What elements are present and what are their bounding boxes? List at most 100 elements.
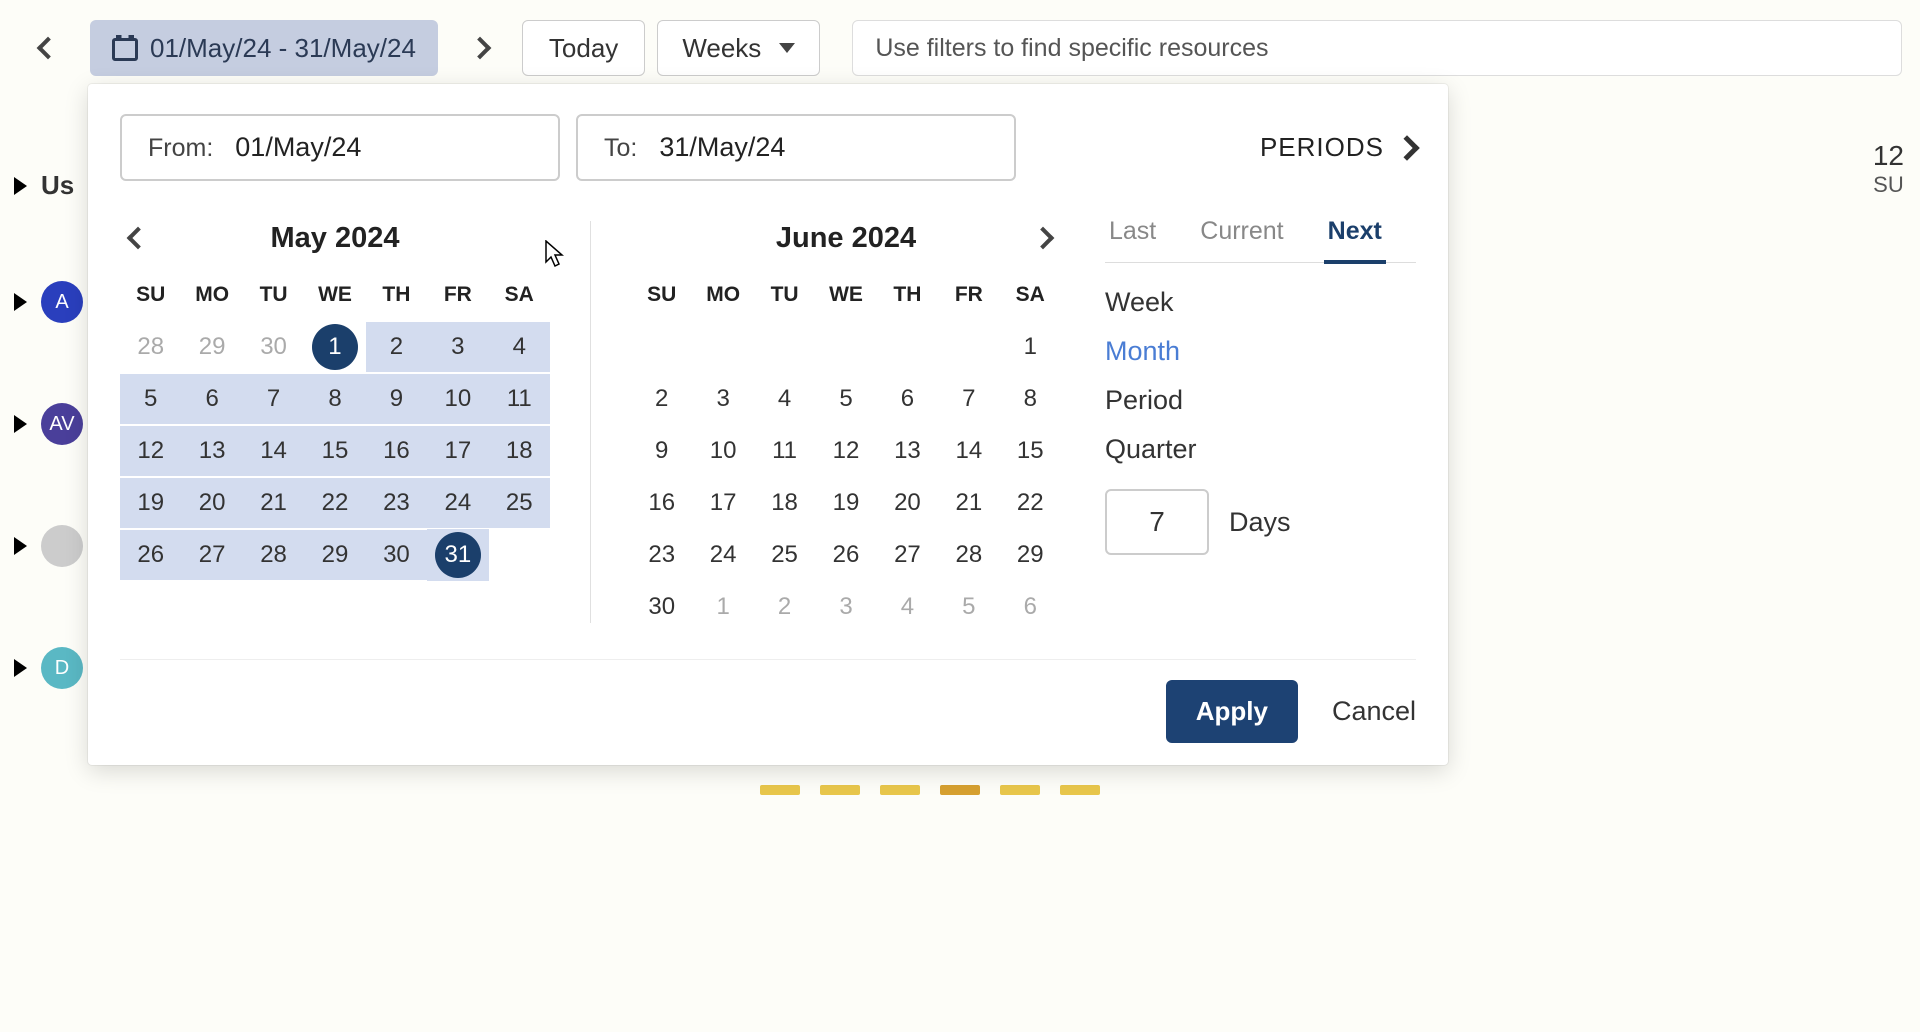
prev-range-button[interactable]: [18, 20, 78, 76]
calendar-day[interactable]: 23: [631, 529, 692, 581]
calendar-day[interactable]: 3: [427, 321, 488, 373]
periods-toggle[interactable]: PERIODS: [1260, 132, 1416, 163]
calendar-day[interactable]: 25: [754, 529, 815, 581]
calendar-day[interactable]: 10: [692, 425, 753, 477]
calendar-day[interactable]: 23: [366, 477, 427, 529]
calendar-day[interactable]: 29: [1000, 529, 1061, 581]
calendar-day[interactable]: 6: [1000, 581, 1061, 633]
next-range-button[interactable]: [450, 20, 510, 76]
prev-month-button[interactable]: [120, 220, 156, 256]
weekday-header: FR: [938, 275, 999, 321]
calendar-day[interactable]: 29: [304, 529, 365, 581]
calendar-day[interactable]: 22: [304, 477, 365, 529]
calendar-day[interactable]: 10: [427, 373, 488, 425]
calendar-day[interactable]: 28: [120, 321, 181, 373]
calendar-day[interactable]: 29: [181, 321, 242, 373]
calendar-day[interactable]: 5: [120, 373, 181, 425]
calendar-day[interactable]: 5: [815, 373, 876, 425]
today-button[interactable]: Today: [522, 20, 645, 76]
period-period[interactable]: Period: [1105, 385, 1416, 416]
next-month-button[interactable]: [1025, 220, 1061, 256]
period-month[interactable]: Month: [1105, 336, 1416, 367]
calendar-day[interactable]: 28: [243, 529, 304, 581]
calendar-day[interactable]: 21: [243, 477, 304, 529]
calendar-day[interactable]: 11: [489, 373, 550, 425]
tab-last[interactable]: Last: [1105, 211, 1160, 262]
calendar-day[interactable]: 4: [877, 581, 938, 633]
popover-footer: Apply Cancel: [120, 659, 1416, 743]
sidebar-row[interactable]: [0, 525, 90, 567]
calendar-day[interactable]: 13: [877, 425, 938, 477]
calendar-day[interactable]: 7: [938, 373, 999, 425]
calendar-day[interactable]: 9: [366, 373, 427, 425]
calendar-day[interactable]: 3: [815, 581, 876, 633]
calendar-day[interactable]: 15: [1000, 425, 1061, 477]
calendar-day[interactable]: 15: [304, 425, 365, 477]
calendar-day[interactable]: 28: [938, 529, 999, 581]
calendar-day[interactable]: 18: [489, 425, 550, 477]
calendar-day[interactable]: 8: [1000, 373, 1061, 425]
calendar-month-right: June 2024 SUMOTUWETHFRSA 123456789101112…: [631, 211, 1061, 633]
calendar-day[interactable]: 26: [120, 529, 181, 581]
calendar-day[interactable]: 17: [427, 425, 488, 477]
calendar-day[interactable]: 8: [304, 373, 365, 425]
calendar-day[interactable]: 16: [631, 477, 692, 529]
calendar-day[interactable]: 20: [877, 477, 938, 529]
tab-current[interactable]: Current: [1196, 211, 1287, 262]
calendar-day[interactable]: 4: [754, 373, 815, 425]
sidebar-row[interactable]: Us: [0, 170, 90, 201]
tab-next[interactable]: Next: [1324, 211, 1386, 264]
calendar-day[interactable]: 14: [938, 425, 999, 477]
sidebar-row[interactable]: D: [0, 647, 90, 689]
to-field[interactable]: To: 31/May/24: [576, 114, 1016, 181]
calendar-day[interactable]: 22: [1000, 477, 1061, 529]
period-week[interactable]: Week: [1105, 287, 1416, 318]
days-input[interactable]: 7: [1105, 489, 1209, 555]
calendar-day: [754, 321, 815, 373]
calendar-day[interactable]: 24: [427, 477, 488, 529]
calendar-day[interactable]: 3: [692, 373, 753, 425]
calendar-day[interactable]: 27: [181, 529, 242, 581]
calendar-day[interactable]: 2: [631, 373, 692, 425]
calendar-day[interactable]: 2: [366, 321, 427, 373]
calendar-day[interactable]: 12: [120, 425, 181, 477]
date-range-button[interactable]: 01/May/24 - 31/May/24: [90, 20, 438, 76]
calendar-day[interactable]: 5: [938, 581, 999, 633]
calendar-day[interactable]: 20: [181, 477, 242, 529]
calendar-day[interactable]: 9: [631, 425, 692, 477]
sidebar-row[interactable]: AV: [0, 403, 90, 445]
calendar-day[interactable]: 7: [243, 373, 304, 425]
calendar-day[interactable]: 14: [243, 425, 304, 477]
calendar-day[interactable]: 6: [877, 373, 938, 425]
period-quarter[interactable]: Quarter: [1105, 434, 1416, 465]
calendar-day[interactable]: 30: [366, 529, 427, 581]
calendar-day[interactable]: 19: [120, 477, 181, 529]
filter-input[interactable]: Use filters to find specific resources: [852, 20, 1902, 76]
apply-button[interactable]: Apply: [1166, 680, 1298, 743]
calendar-day[interactable]: 21: [938, 477, 999, 529]
calendar-day[interactable]: 30: [243, 321, 304, 373]
calendar-day[interactable]: 25: [489, 477, 550, 529]
calendar-day[interactable]: 17: [692, 477, 753, 529]
calendar-day[interactable]: 31: [427, 529, 488, 581]
calendar-day[interactable]: 1: [1000, 321, 1061, 373]
cancel-button[interactable]: Cancel: [1332, 696, 1416, 727]
calendar-day[interactable]: 1: [304, 321, 365, 373]
calendar-day[interactable]: 16: [366, 425, 427, 477]
calendar-day[interactable]: 13: [181, 425, 242, 477]
calendar-day[interactable]: 11: [754, 425, 815, 477]
calendar-day[interactable]: 18: [754, 477, 815, 529]
view-select[interactable]: Weeks: [657, 20, 820, 76]
sidebar-row[interactable]: A: [0, 281, 90, 323]
from-field[interactable]: From: 01/May/24: [120, 114, 560, 181]
calendar-day[interactable]: 2: [754, 581, 815, 633]
calendar-day[interactable]: 24: [692, 529, 753, 581]
calendar-day[interactable]: 4: [489, 321, 550, 373]
calendar-day[interactable]: 12: [815, 425, 876, 477]
calendar-day[interactable]: 6: [181, 373, 242, 425]
calendar-day[interactable]: 27: [877, 529, 938, 581]
calendar-day[interactable]: 26: [815, 529, 876, 581]
calendar-day[interactable]: 1: [692, 581, 753, 633]
calendar-day[interactable]: 30: [631, 581, 692, 633]
calendar-day[interactable]: 19: [815, 477, 876, 529]
